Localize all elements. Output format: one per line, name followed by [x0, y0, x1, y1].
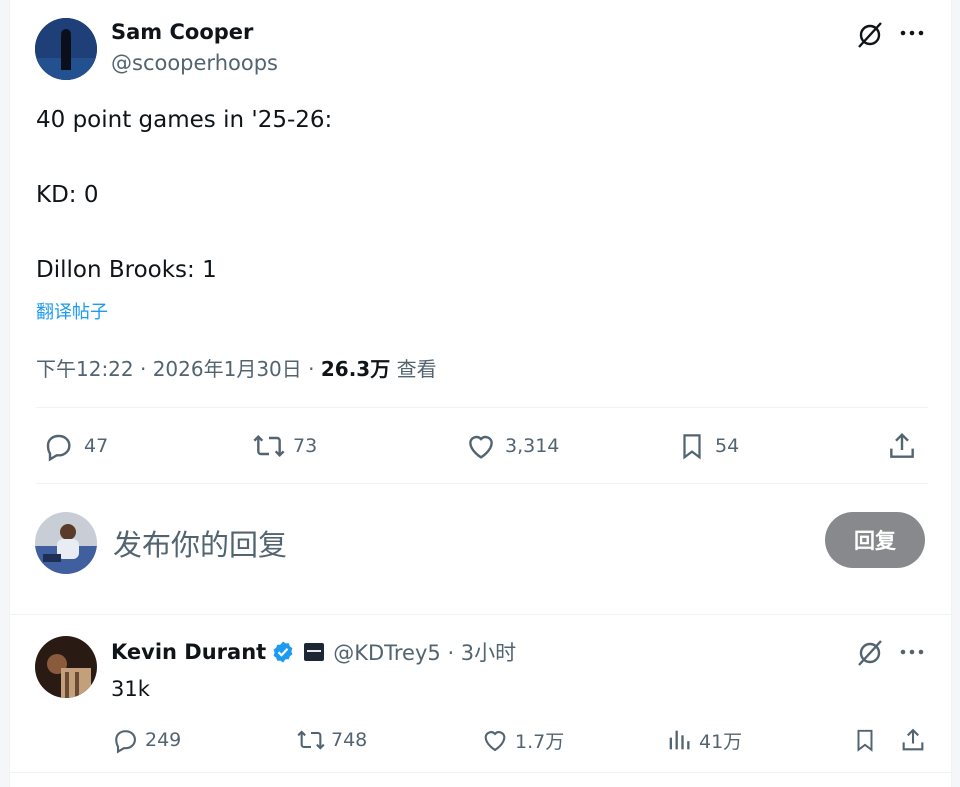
- heart-icon: [484, 731, 506, 752]
- reply-action[interactable]: 47: [42, 430, 108, 462]
- views-label: 查看: [390, 357, 437, 381]
- share-icon: [890, 432, 914, 458]
- reply-retweet-action[interactable]: 748: [295, 726, 367, 754]
- like-action[interactable]: 3,314: [465, 430, 559, 462]
- more-icon[interactable]: [895, 18, 929, 48]
- heart-icon: [469, 435, 493, 459]
- share-icon: [902, 728, 924, 751]
- reply-reply-count: 249: [145, 729, 182, 751]
- grok-icon[interactable]: [853, 18, 887, 52]
- author-handle[interactable]: @scooperhoops: [111, 51, 278, 75]
- author-name[interactable]: Sam Cooper: [111, 20, 253, 44]
- reply-reply-action[interactable]: 249: [111, 726, 181, 754]
- tweet-meta: 下午12:22 · 2026年1月30日 · 26.3万 查看: [36, 353, 437, 382]
- user-avatar[interactable]: [35, 512, 97, 574]
- retweet-count: 73: [293, 435, 318, 457]
- divider-composer: [10, 614, 953, 615]
- reply-input[interactable]: 发布你的回复: [113, 522, 287, 564]
- reply-grok-icon[interactable]: [853, 636, 887, 670]
- bookmark-icon: [683, 434, 701, 460]
- reply-author-name[interactable]: Kevin Durant: [111, 640, 266, 664]
- reply-icon: [115, 730, 136, 754]
- reply-author-row: Kevin Durant @KDTrey5 · 3小时: [111, 637, 516, 667]
- timeline-card: Sam Cooper @scooperhoops 40 point games …: [9, 0, 953, 787]
- views-count: 26.3万: [320, 357, 391, 381]
- author-avatar[interactable]: [35, 18, 97, 80]
- bookmark-icon: [857, 729, 873, 752]
- tweet-text-line-2: KD: 0: [36, 182, 99, 208]
- verified-badge-icon: [271, 640, 295, 664]
- reply-share-button[interactable]: [897, 726, 929, 754]
- retweet-icon: [253, 434, 285, 458]
- like-count: 3,314: [505, 435, 560, 457]
- reply-icon: [46, 434, 71, 462]
- divider-bottom: [36, 483, 928, 484]
- reply-more-icon[interactable]: [895, 637, 929, 667]
- tweet-text-line-1: 40 point games in '25-26:: [36, 107, 333, 133]
- bookmark-count: 54: [715, 435, 740, 457]
- reply-button[interactable]: 回复: [825, 512, 925, 568]
- reply-text: 31k: [111, 677, 150, 701]
- reply-like-action[interactable]: 1.7万: [481, 726, 564, 754]
- reply-count: 47: [84, 435, 109, 457]
- reply-retweet-count: 748: [331, 729, 368, 751]
- reply-bookmark-button[interactable]: [849, 726, 881, 754]
- tweet-text-line-3: Dillon Brooks: 1: [36, 257, 217, 283]
- reply-views-count: 41万: [699, 730, 743, 753]
- divider-end: [10, 772, 953, 773]
- reply-author-handle[interactable]: @KDTrey5 · 3小时: [333, 637, 516, 667]
- share-action[interactable]: [886, 430, 918, 462]
- affiliate-badge-icon: [303, 641, 325, 663]
- timestamp[interactable]: 下午12:22 · 2026年1月30日 ·: [36, 357, 321, 381]
- reply-views-action[interactable]: 41万: [665, 726, 742, 754]
- retweet-action[interactable]: 73: [251, 430, 317, 462]
- divider-top: [36, 407, 928, 408]
- translate-link[interactable]: 翻译帖子: [36, 298, 108, 324]
- reply-author-avatar[interactable]: [35, 636, 97, 698]
- views-icon: [669, 730, 690, 750]
- reply-like-count: 1.7万: [515, 730, 565, 753]
- bookmark-action[interactable]: 54: [677, 430, 739, 462]
- retweet-icon: [297, 730, 325, 750]
